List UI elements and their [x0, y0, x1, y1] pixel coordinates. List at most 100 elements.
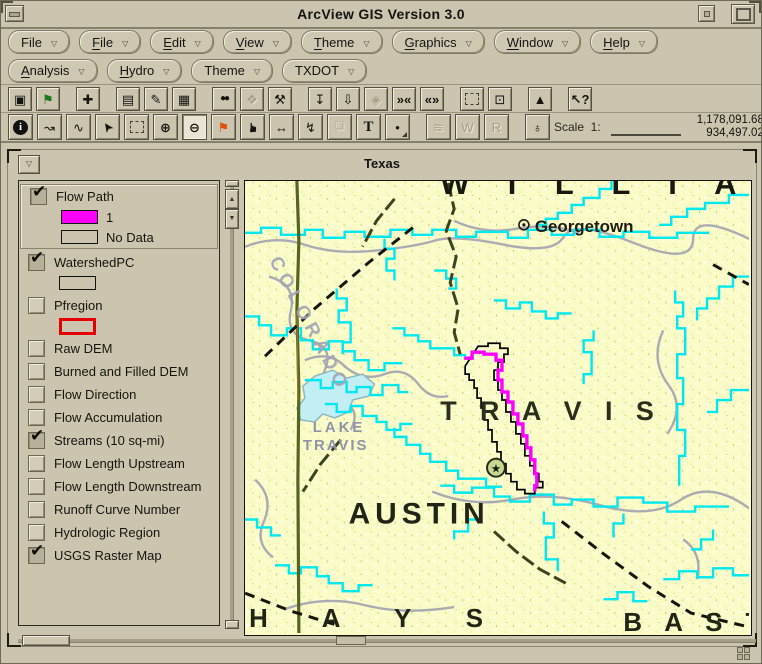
- theme-entry-flow-path[interactable]: ✔Flow Path1No Data: [20, 184, 218, 249]
- start-flag-button[interactable]: ⚑: [36, 87, 60, 111]
- theme-entry-hydrologic-region[interactable]: Hydrologic Region: [19, 521, 219, 544]
- legend-swatch[interactable]: [59, 276, 96, 290]
- help-pointer-button[interactable]: ↖?: [568, 87, 592, 111]
- zoom-selected-button[interactable]: ◈: [364, 87, 388, 111]
- legend-swatch[interactable]: [61, 210, 98, 224]
- theme-name[interactable]: Runoff Curve Number: [54, 502, 180, 517]
- view-window-texas[interactable]: ▽ Texas ✔Flow Path1No Data✔WatershedPCPf…: [7, 149, 757, 647]
- theme-checkbox[interactable]: ✔: [28, 254, 45, 271]
- save-project-button[interactable]: ▣: [8, 87, 32, 111]
- delineate-contours-tool[interactable]: ≋: [426, 114, 451, 140]
- menu-view[interactable]: View▽: [223, 30, 292, 54]
- theme-checkbox[interactable]: [28, 455, 45, 472]
- theme-entry-pfregion[interactable]: Pfregion: [19, 294, 219, 337]
- theme-name[interactable]: USGS Raster Map: [54, 548, 162, 563]
- app-titlebar[interactable]: ArcView GIS Version 3.0: [1, 1, 761, 29]
- zoom-in-tool-tool[interactable]: ⊕: [153, 114, 178, 140]
- legend-swatch[interactable]: [61, 230, 98, 244]
- theme-name[interactable]: Flow Direction: [54, 387, 136, 402]
- zoom-active-theme-button[interactable]: ⇩: [336, 87, 360, 111]
- open-theme-table-button[interactable]: ▦: [172, 87, 196, 111]
- select-rectangle-tool[interactable]: [124, 114, 149, 140]
- scrollbar-anchor[interactable]: [336, 636, 366, 645]
- maximize-button[interactable]: [731, 4, 755, 24]
- anchor-tool-tool[interactable]: ♁: [525, 114, 550, 140]
- theme-checkbox[interactable]: [28, 501, 45, 518]
- theme-entry-raw-dem[interactable]: Raw DEM: [19, 337, 219, 360]
- legend-vertical-scrollbar[interactable]: ▲ ▼: [225, 180, 239, 632]
- theme-entry-flow-length-upstream[interactable]: Flow Length Upstream: [19, 452, 219, 475]
- menu-file[interactable]: File▽: [79, 30, 141, 54]
- ext-menu-txdot[interactable]: TXDOT▽: [282, 59, 367, 83]
- menu-file-1[interactable]: File▽: [8, 30, 70, 54]
- theme-checkbox[interactable]: [28, 524, 45, 541]
- query-builder-button[interactable]: ⚒: [268, 87, 292, 111]
- scrollbar-shaft[interactable]: [230, 184, 234, 628]
- zoom-in-step-button[interactable]: »«: [392, 87, 416, 111]
- flag-tool-tool[interactable]: ⚑: [211, 114, 236, 140]
- pointer-tool[interactable]: ➤: [95, 114, 120, 140]
- table-of-contents[interactable]: ✔Flow Path1No Data✔WatershedPCPfregionRa…: [18, 180, 220, 626]
- select-features-box-button[interactable]: [460, 87, 484, 111]
- theme-entry-watershedpc[interactable]: ✔ WatershedPC: [19, 251, 219, 294]
- theme-entry-flow-direction[interactable]: Flow Direction: [19, 383, 219, 406]
- menu-edit[interactable]: Edit▽: [150, 30, 214, 54]
- theme-checkbox[interactable]: [28, 363, 45, 380]
- pan-tool[interactable]: ☛: [240, 114, 265, 140]
- ext-menu-theme[interactable]: Theme▽: [191, 59, 273, 83]
- view-titlebar[interactable]: ▽ Texas: [8, 150, 756, 178]
- flow-trace-tool[interactable]: ↝: [37, 114, 62, 140]
- menu-graphics[interactable]: Graphics▽: [392, 30, 485, 54]
- theme-name[interactable]: Flow Path: [56, 189, 114, 204]
- locate-address-button[interactable]: ❖: [240, 87, 264, 111]
- theme-entry-flow-length-downstream[interactable]: Flow Length Downstream: [19, 475, 219, 498]
- identify-tool[interactable]: i: [8, 114, 33, 140]
- theme-name[interactable]: Raw DEM: [54, 341, 113, 356]
- theme-entry-burned-and-filled-dem[interactable]: Burned and Filled DEM: [19, 360, 219, 383]
- theme-name[interactable]: Burned and Filled DEM: [54, 364, 188, 379]
- theme-name[interactable]: Flow Length Upstream: [54, 456, 185, 471]
- edit-legend-button[interactable]: ✎: [144, 87, 168, 111]
- theme-checkbox[interactable]: [28, 386, 45, 403]
- legend-swatch[interactable]: [59, 318, 96, 335]
- scrollbar-bottom-anchor[interactable]: [225, 620, 239, 629]
- histogram-button[interactable]: ▲: [528, 87, 552, 111]
- theme-name[interactable]: Hydrologic Region: [54, 525, 160, 540]
- window-menu-button[interactable]: [698, 5, 715, 22]
- scale-input[interactable]: [611, 118, 681, 136]
- theme-name[interactable]: Flow Length Downstream: [54, 479, 201, 494]
- zoom-out-step-button[interactable]: «»: [420, 87, 444, 111]
- menu-window[interactable]: Window▽: [494, 30, 581, 54]
- theme-checkbox[interactable]: [28, 340, 45, 357]
- resize-grip-icon[interactable]: [737, 647, 752, 662]
- theme-checkbox[interactable]: [28, 297, 45, 314]
- scroll-up-arrow-icon[interactable]: ▲: [225, 189, 239, 209]
- view-horizontal-scrollbar[interactable]: [18, 635, 756, 646]
- watershed-w-tool[interactable]: W: [455, 114, 480, 140]
- theme-entry-runoff-curve-number[interactable]: Runoff Curve Number: [19, 498, 219, 521]
- menu-help[interactable]: Help▽: [590, 30, 658, 54]
- scrollbar-top-anchor[interactable]: [225, 180, 239, 187]
- ext-menu-analysis[interactable]: Analysis▽: [8, 59, 98, 83]
- add-theme-button[interactable]: ✚: [76, 87, 100, 111]
- map-display[interactable]: ★ W I L L I A M Georgetown T R A V I S A…: [244, 180, 752, 636]
- profile-tool[interactable]: ∿: [66, 114, 91, 140]
- zoom-full-extent-button[interactable]: ↧: [308, 87, 332, 111]
- hot-link-tool[interactable]: ↯: [298, 114, 323, 140]
- find-button[interactable]: ●●: [212, 87, 236, 111]
- show-dialog-button[interactable]: ⊡: [488, 87, 512, 111]
- theme-checkbox[interactable]: ✔: [30, 188, 47, 205]
- theme-name[interactable]: Pfregion: [54, 298, 102, 313]
- ext-menu-hydro[interactable]: Hydro▽: [107, 59, 183, 83]
- theme-checkbox[interactable]: ✔: [28, 432, 45, 449]
- theme-properties-button[interactable]: ▤: [116, 87, 140, 111]
- zoom-out-tool-tool[interactable]: ⊖: [182, 114, 207, 140]
- theme-entry-flow-accumulation[interactable]: Flow Accumulation: [19, 406, 219, 429]
- measure-tool[interactable]: ↔: [269, 114, 294, 140]
- scrollbar-shaft[interactable]: [18, 639, 756, 643]
- theme-checkbox[interactable]: [28, 478, 45, 495]
- theme-entry-usgs-raster-map[interactable]: ✔ USGS Raster Map: [19, 544, 219, 567]
- theme-name[interactable]: WatershedPC: [54, 255, 134, 270]
- theme-checkbox[interactable]: [28, 409, 45, 426]
- theme-checkbox[interactable]: ✔: [28, 547, 45, 564]
